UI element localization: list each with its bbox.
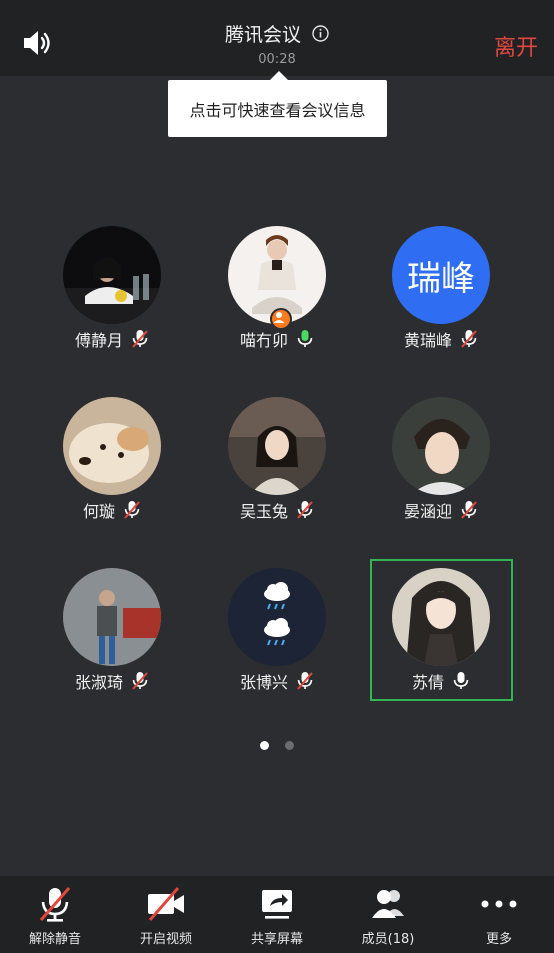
members-label: 成员(18) [361,932,415,947]
participant-tile[interactable]: 张淑琦 [37,566,187,716]
avatar [392,397,490,495]
page-dot[interactable] [284,741,294,750]
bottom-toolbar: 解除静音 开启视频 共享屏幕 成员(18) 更多 [0,876,554,953]
avatar: 瑞峰 [392,226,490,324]
tooltip-text: 点击可快速查看会议信息 [189,100,366,120]
mic-muted-icon [461,501,477,519]
page-dot-active[interactable] [260,741,270,750]
more-label: 更多 [485,932,512,947]
participant-tile[interactable]: 吴玉兔 [202,395,352,545]
meeting-title[interactable]: 腾讯会议 [225,20,301,47]
avatar [63,568,161,666]
members-icon [372,890,404,918]
mic-on-icon [453,672,469,689]
more-icon [481,900,517,908]
start-video-button[interactable]: 开启视频 [111,876,221,953]
participant-name: 吴玉兔 [239,502,288,521]
members-button[interactable]: 成员(18) [333,876,443,953]
share-screen-label: 共享屏幕 [250,932,303,947]
camera-off-icon [148,887,184,921]
avatar [63,397,161,495]
meeting-title-area[interactable]: 腾讯会议 [0,20,554,47]
participant-tile[interactable]: 瑞峰 黄瑞峰 [366,224,516,374]
participant-tile[interactable]: 晏涵迎 [366,395,516,545]
share-screen-button[interactable]: 共享屏幕 [222,876,332,953]
avatar [392,568,490,666]
avatar [63,226,161,324]
start-video-label: 开启视频 [139,932,192,947]
rain-cloud-icon [228,568,326,666]
top-bar: 腾讯会议 00:28 离开 [0,0,554,76]
mic-muted-icon [39,887,71,922]
pagination-dots[interactable] [0,735,554,754]
avatar [228,568,326,666]
participant-name: 黄瑞峰 [403,331,452,350]
share-screen-icon [262,890,292,919]
info-icon[interactable] [312,25,329,42]
participant-name: 苏倩 [411,673,444,692]
participant-name: 傅静月 [74,331,123,350]
mic-muted-icon [132,330,148,348]
unmute-label: 解除静音 [28,932,81,947]
participant-tile[interactable]: 傅静月 [37,224,187,374]
meeting-info-tooltip[interactable]: 点击可快速查看会议信息 [168,71,387,137]
participant-name: 晏涵迎 [403,502,452,521]
mic-muted-icon [297,501,313,519]
unmute-button[interactable]: 解除静音 [0,876,110,953]
mic-muted-icon [461,330,477,348]
mic-muted-icon [132,672,148,690]
avatar-text: 瑞峰 [407,258,475,299]
participant-tile[interactable]: 喵冇卯 [202,224,352,374]
participant-tile[interactable]: 张博兴 [202,566,352,716]
participant-name: 张博兴 [239,673,288,692]
participant-name: 喵冇卯 [239,331,288,350]
mic-muted-icon [124,501,140,519]
participant-tile[interactable]: 苏倩 [366,566,516,716]
participant-name: 张淑琦 [74,673,123,692]
participant-name: 何璇 [82,502,115,521]
avatar [228,397,326,495]
more-button[interactable]: 更多 [444,876,554,953]
mic-on-icon [297,330,313,347]
meeting-timer: 00:28 [258,52,296,67]
mic-muted-icon [297,672,313,690]
leave-button[interactable]: 离开 [494,30,538,62]
participant-tile[interactable]: 何璇 [37,395,187,545]
